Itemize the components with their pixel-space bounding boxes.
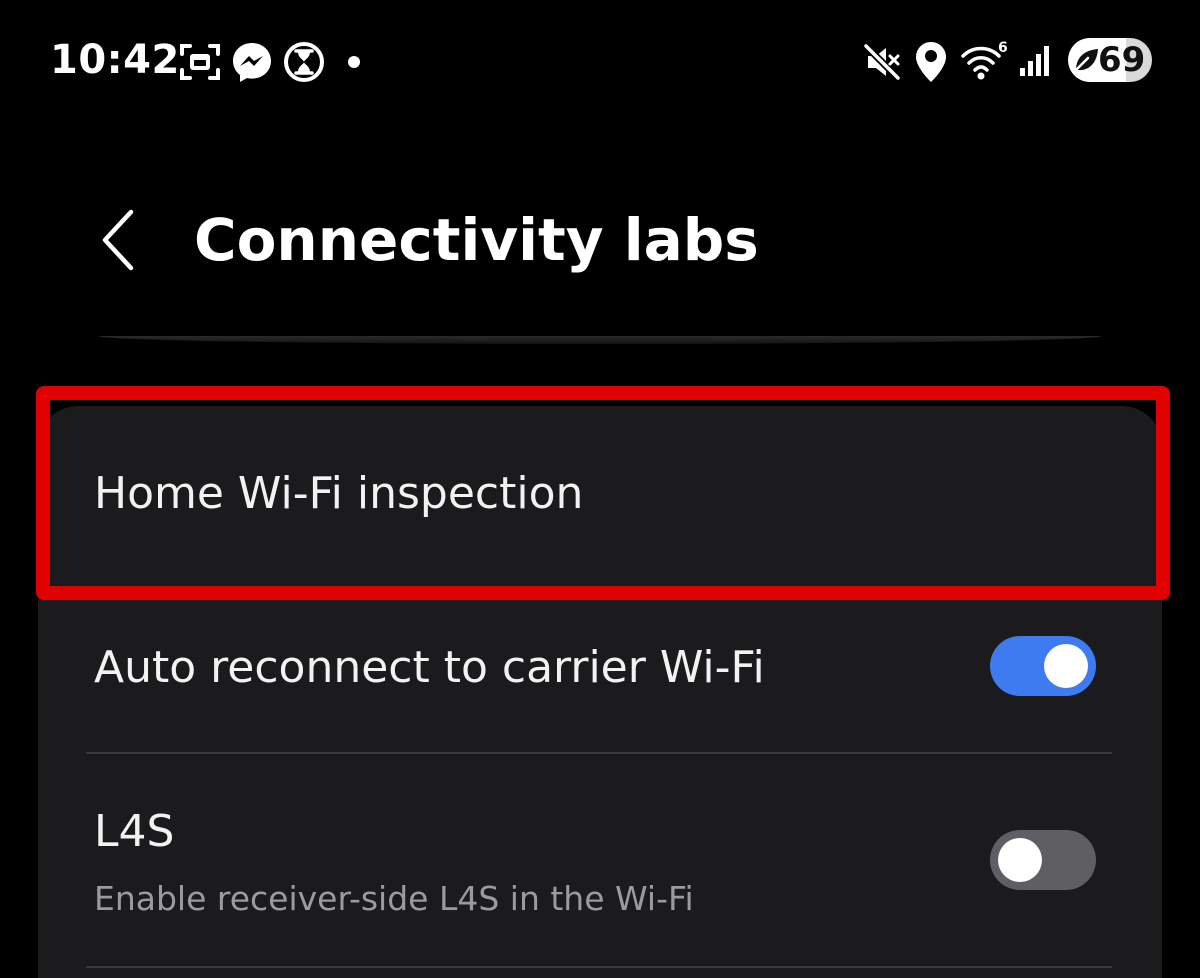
scroll-edge-indicator [98, 336, 1102, 344]
back-button[interactable] [84, 200, 154, 280]
setting-label: Home Wi-Fi inspection [94, 468, 584, 519]
chevron-left-icon [102, 209, 134, 271]
messenger-icon [233, 43, 271, 82]
auto-reconnect-toggle[interactable] [990, 636, 1096, 696]
settings-card: Home Wi-Fi inspection Auto reconnect to … [38, 406, 1162, 978]
status-time: 10:42 [50, 37, 180, 83]
setting-label: L4S [94, 806, 175, 857]
battery-indicator: 69 [1068, 38, 1152, 82]
wifi-6-icon: 6 [961, 40, 1008, 80]
setting-home-wifi-inspection[interactable]: Home Wi-Fi inspection [38, 406, 1162, 578]
status-bar: 10:42 6 69 [0, 0, 1200, 120]
setting-auto-reconnect-carrier-wifi[interactable]: Auto reconnect to carrier Wi-Fi [38, 578, 1162, 750]
wifi-standard-label: 6 [998, 40, 1008, 56]
battery-saver-leaf-icon [1074, 49, 1098, 72]
location-icon [916, 42, 946, 82]
setting-description: Enable receiver-side L4S in the Wi-Fi [94, 879, 694, 918]
mute-icon [863, 43, 901, 81]
toggle-knob [1044, 644, 1088, 688]
notification-dot-icon [348, 56, 360, 68]
setting-l4s[interactable]: L4S Enable receiver-side L4S in the Wi-F… [38, 754, 1162, 964]
hourglass-icon [284, 42, 324, 82]
toggle-knob [998, 838, 1042, 882]
battery-level: 69 [1098, 40, 1146, 80]
page-title: Connectivity labs [194, 206, 759, 274]
screenshot-icon [180, 44, 220, 80]
divider [86, 966, 1112, 968]
cellular-signal-icon [1020, 46, 1049, 76]
setting-label: Auto reconnect to carrier Wi-Fi [94, 642, 765, 693]
l4s-toggle[interactable] [990, 830, 1096, 890]
